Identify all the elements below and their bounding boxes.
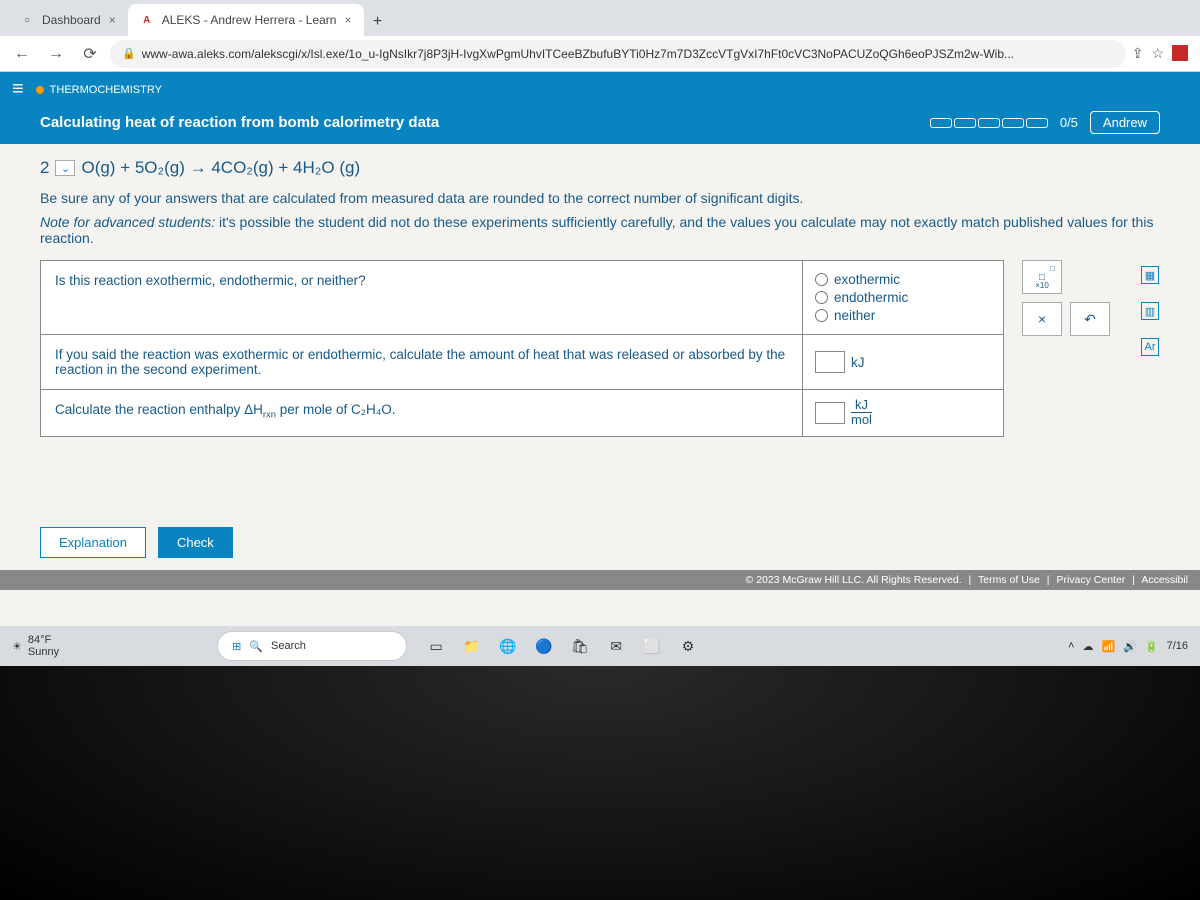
browser-tab-bar: ○ Dashboard × A ALEKS - Andrew Herrera -… <box>0 0 1200 36</box>
volume-icon[interactable]: 🔊 <box>1123 640 1137 653</box>
tab-title: ALEKS - Andrew Herrera - Learn <box>162 13 337 27</box>
accessibility-link[interactable]: Accessibil <box>1141 574 1188 586</box>
taskview-icon[interactable]: ▭ <box>423 633 449 659</box>
new-tab-button[interactable]: + <box>364 8 392 36</box>
option-label: neither <box>834 308 875 323</box>
app-icon[interactable]: ⬜ <box>639 633 665 659</box>
reload-button[interactable]: ⟳ <box>76 40 104 68</box>
battery-icon[interactable]: 🔋 <box>1145 640 1159 653</box>
instruction-advanced: Note for advanced students: it's possibl… <box>40 214 1160 246</box>
star-icon[interactable]: ☆ <box>1151 45 1164 62</box>
category-dot-icon <box>36 86 44 94</box>
option-label: exothermic <box>834 272 900 287</box>
explorer-icon[interactable]: 📁 <box>459 633 485 659</box>
system-tray: ˄ ☁ 📶 🔊 🔋 7/16 <box>1068 640 1188 653</box>
extension-icon[interactable] <box>1172 45 1188 61</box>
sci-notation-button[interactable]: □□ ×10 <box>1022 260 1062 294</box>
taskbar-search[interactable]: ⊞ 🔍 Search <box>217 631 407 661</box>
forward-button[interactable]: → <box>42 40 70 68</box>
lock-icon: 🔒 <box>122 47 136 60</box>
answer-table: Is this reaction exothermic, endothermic… <box>40 260 1004 437</box>
data-table-icon[interactable]: ▥ <box>1141 302 1159 320</box>
terms-link[interactable]: Terms of Use <box>978 574 1040 586</box>
undo-button[interactable]: ↶ <box>1070 302 1110 336</box>
chevron-up-icon[interactable]: ˄ <box>1068 640 1074 652</box>
explanation-button[interactable]: Explanation <box>40 527 146 558</box>
mail-icon[interactable]: ✉ <box>603 633 629 659</box>
option-label: endothermic <box>834 290 908 305</box>
close-icon[interactable]: × <box>344 13 351 27</box>
copyright-footer: © 2023 McGraw Hill LLC. All Rights Reser… <box>0 570 1200 590</box>
clear-button[interactable]: × <box>1022 302 1062 336</box>
tab-aleks[interactable]: A ALEKS - Andrew Herrera - Learn × <box>128 4 364 36</box>
chrome-icon[interactable]: 🔵 <box>531 633 557 659</box>
unit-label: kJ <box>851 355 865 370</box>
clock[interactable]: 7/16 <box>1167 640 1188 652</box>
close-icon[interactable]: × <box>109 13 116 27</box>
option-exothermic[interactable]: exothermic <box>815 272 991 287</box>
laptop-bezel <box>0 666 1200 900</box>
menu-icon[interactable]: ≡ <box>12 78 24 101</box>
weather-condition: Sunny <box>28 646 59 658</box>
topic-category: THERMOCHEMISTRY <box>36 84 162 96</box>
sun-icon: ☀ <box>12 640 22 653</box>
date-text: 7/16 <box>1167 640 1188 652</box>
search-icon: 🔍 <box>249 640 263 653</box>
equation-dropdown[interactable]: ⌄ <box>55 160 75 176</box>
url-input[interactable]: 🔒 www-awa.aleks.com/alekscgi/x/Isl.exe/1… <box>110 40 1126 68</box>
temperature: 84°F <box>28 634 59 646</box>
user-name-pill[interactable]: Andrew <box>1090 111 1160 134</box>
back-button[interactable]: ← <box>8 40 36 68</box>
category-label: THERMOCHEMISTRY <box>50 84 162 96</box>
tab-dashboard[interactable]: ○ Dashboard × <box>8 4 128 36</box>
tool-palette: □□ ×10 × ↶ <box>1022 260 1122 437</box>
aleks-panel: ≡ THERMOCHEMISTRY Calculating heat of re… <box>0 72 1200 692</box>
question-2: If you said the reaction was exothermic … <box>41 335 803 389</box>
note-prefix: Note for advanced students: <box>40 214 215 230</box>
onedrive-icon[interactable]: ☁ <box>1082 640 1093 653</box>
copyright-text: © 2023 McGraw Hill LLC. All Rights Reser… <box>746 574 962 586</box>
calculator-icon[interactable]: ▦ <box>1141 266 1159 284</box>
store-icon[interactable]: 🛍 <box>567 633 593 659</box>
share-icon[interactable]: ⇪ <box>1132 45 1144 62</box>
wifi-icon[interactable]: 📶 <box>1101 640 1115 653</box>
settings-icon[interactable]: ⚙ <box>675 633 701 659</box>
eq-body: O(g) + 5O₂(g) → 4CO₂(g) + 4H₂O (g) <box>81 158 360 178</box>
check-button[interactable]: Check <box>158 527 233 558</box>
address-bar: ← → ⟳ 🔒 www-awa.aleks.com/alekscgi/x/Isl… <box>0 36 1200 72</box>
question-3: Calculate the reaction enthalpy ΔHrxn pe… <box>41 390 803 436</box>
heat-input[interactable] <box>815 351 845 373</box>
favicon-dashboard: ○ <box>20 13 34 27</box>
url-text: www-awa.aleks.com/alekscgi/x/Isl.exe/1o_… <box>142 47 1014 61</box>
unit-fraction: kJ mol <box>851 398 872 428</box>
eq-coef: 2 <box>40 158 49 178</box>
favicon-aleks: A <box>140 13 154 27</box>
progress-count: 0/5 <box>1060 115 1078 130</box>
progress-indicator <box>930 118 1048 128</box>
right-tool-column: ▦ ▥ Ar <box>1140 260 1160 437</box>
option-neither[interactable]: neither <box>815 308 991 323</box>
chemical-equation: 2 ⌄ O(g) + 5O₂(g) → 4CO₂(g) + 4H₂O (g) <box>40 158 1160 178</box>
privacy-link[interactable]: Privacy Center <box>1056 574 1125 586</box>
periodic-table-icon[interactable]: Ar <box>1141 338 1159 356</box>
topic-title: Calculating heat of reaction from bomb c… <box>40 114 439 131</box>
edge-icon[interactable]: 🌐 <box>495 633 521 659</box>
search-placeholder: Search <box>271 640 306 652</box>
windows-taskbar: ☀ 84°F Sunny ⊞ 🔍 Search ▭ 📁 🌐 🔵 🛍 ✉ ⬜ ⚙ … <box>0 626 1200 666</box>
instruction-sigfigs: Be sure any of your answers that are cal… <box>40 190 1160 206</box>
tab-title: Dashboard <box>42 13 101 27</box>
weather-widget[interactable]: ☀ 84°F Sunny <box>12 634 59 658</box>
windows-icon: ⊞ <box>232 640 241 653</box>
option-endothermic[interactable]: endothermic <box>815 290 991 305</box>
enthalpy-input[interactable] <box>815 402 845 424</box>
question-1: Is this reaction exothermic, endothermic… <box>41 261 803 334</box>
